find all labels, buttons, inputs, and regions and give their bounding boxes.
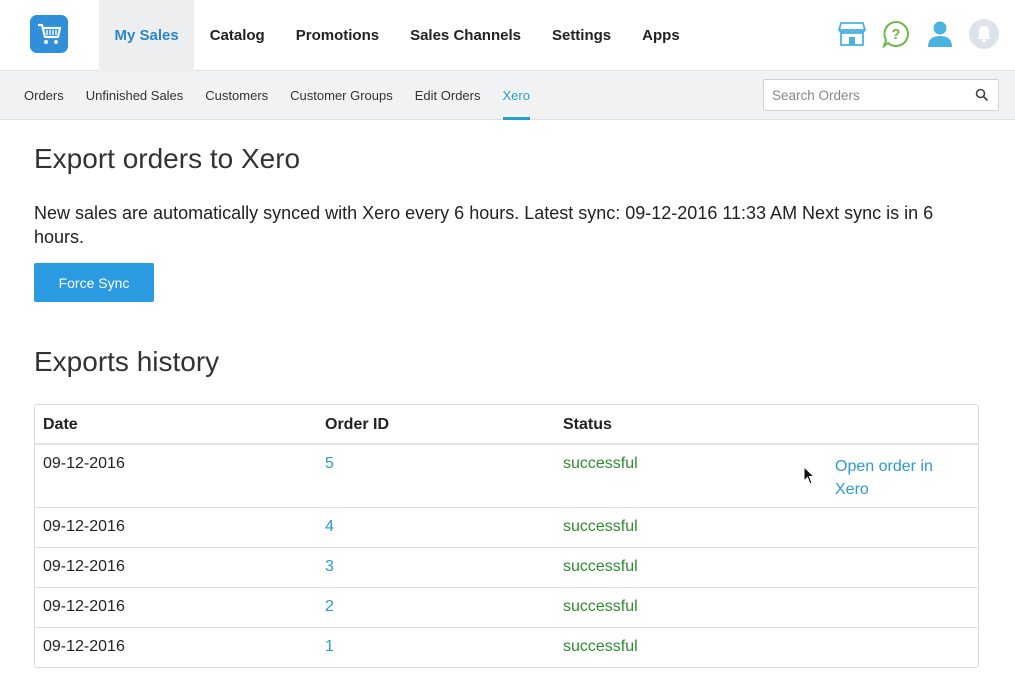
- header-icons: ?: [837, 19, 999, 49]
- main-nav: My Sales Catalog Promotions Sales Channe…: [99, 0, 695, 71]
- nav-settings[interactable]: Settings: [536, 0, 626, 71]
- user-icon[interactable]: [925, 19, 955, 49]
- row-order-id-link[interactable]: 4: [325, 518, 334, 536]
- row-status: successful: [563, 455, 638, 472]
- row-status: successful: [563, 518, 638, 535]
- top-navigation-bar: My Sales Catalog Promotions Sales Channe…: [0, 0, 1015, 71]
- table-row: 09-12-2016 3 successful: [35, 548, 978, 588]
- nav-apps[interactable]: Apps: [627, 0, 696, 71]
- sub-navigation-bar: Orders Unfinished Sales Customers Custom…: [0, 71, 1015, 120]
- column-header-order-id: Order ID: [325, 416, 390, 433]
- storefront-icon[interactable]: [837, 19, 867, 49]
- nav-catalog[interactable]: Catalog: [194, 0, 280, 71]
- subnav-xero[interactable]: Xero: [492, 71, 541, 120]
- table-row: 09-12-2016 4 successful: [35, 508, 978, 548]
- row-order-id-link[interactable]: 5: [325, 455, 334, 473]
- cart-logo-icon[interactable]: [30, 15, 68, 53]
- search-input[interactable]: [764, 80, 964, 110]
- row-date: 09-12-2016: [43, 598, 125, 615]
- search-icon[interactable]: [975, 88, 989, 102]
- table-row: 09-12-2016 5 successful Open order in Xe…: [35, 445, 978, 508]
- row-date: 09-12-2016: [43, 558, 125, 575]
- search-box: [763, 79, 999, 111]
- subnav-orders[interactable]: Orders: [13, 71, 75, 120]
- exports-history-table: Date Order ID Status 09-12-2016 5 succes…: [34, 404, 979, 668]
- column-header-date: Date: [43, 416, 78, 433]
- row-date: 09-12-2016: [43, 638, 125, 655]
- mouse-pointer-icon: [803, 465, 816, 486]
- nav-sales-channels[interactable]: Sales Channels: [395, 0, 537, 71]
- row-order-id-link[interactable]: 3: [325, 558, 334, 576]
- column-header-status: Status: [563, 416, 612, 433]
- row-order-id-link[interactable]: 2: [325, 598, 334, 616]
- nav-promotions[interactable]: Promotions: [280, 0, 394, 71]
- subnav-edit-orders[interactable]: Edit Orders: [404, 71, 492, 120]
- row-date: 09-12-2016: [43, 518, 125, 535]
- open-order-in-xero-link[interactable]: Open order in Xero: [835, 455, 965, 501]
- bell-icon[interactable]: [969, 19, 999, 49]
- page-title: Export orders to Xero: [34, 143, 301, 174]
- row-status: successful: [563, 638, 638, 655]
- subnav-customers[interactable]: Customers: [194, 71, 279, 120]
- sync-description: New sales are automatically synced with …: [34, 203, 934, 247]
- history-title: Exports history: [34, 346, 220, 377]
- row-status: successful: [563, 598, 638, 615]
- table-row: 09-12-2016 2 successful: [35, 588, 978, 628]
- subnav-unfinished-sales[interactable]: Unfinished Sales: [75, 71, 195, 120]
- row-order-id-link[interactable]: 1: [325, 638, 334, 656]
- subnav-customer-groups[interactable]: Customer Groups: [279, 71, 404, 120]
- row-status: successful: [563, 558, 638, 575]
- row-date: 09-12-2016: [43, 455, 125, 472]
- table-header: Date Order ID Status: [35, 405, 978, 445]
- sub-nav: Orders Unfinished Sales Customers Custom…: [13, 71, 541, 120]
- force-sync-button[interactable]: Force Sync: [34, 263, 154, 302]
- svg-text:?: ?: [891, 26, 900, 43]
- help-chat-icon[interactable]: ?: [881, 19, 911, 49]
- table-row: 09-12-2016 1 successful: [35, 628, 978, 667]
- nav-my-sales[interactable]: My Sales: [99, 0, 195, 71]
